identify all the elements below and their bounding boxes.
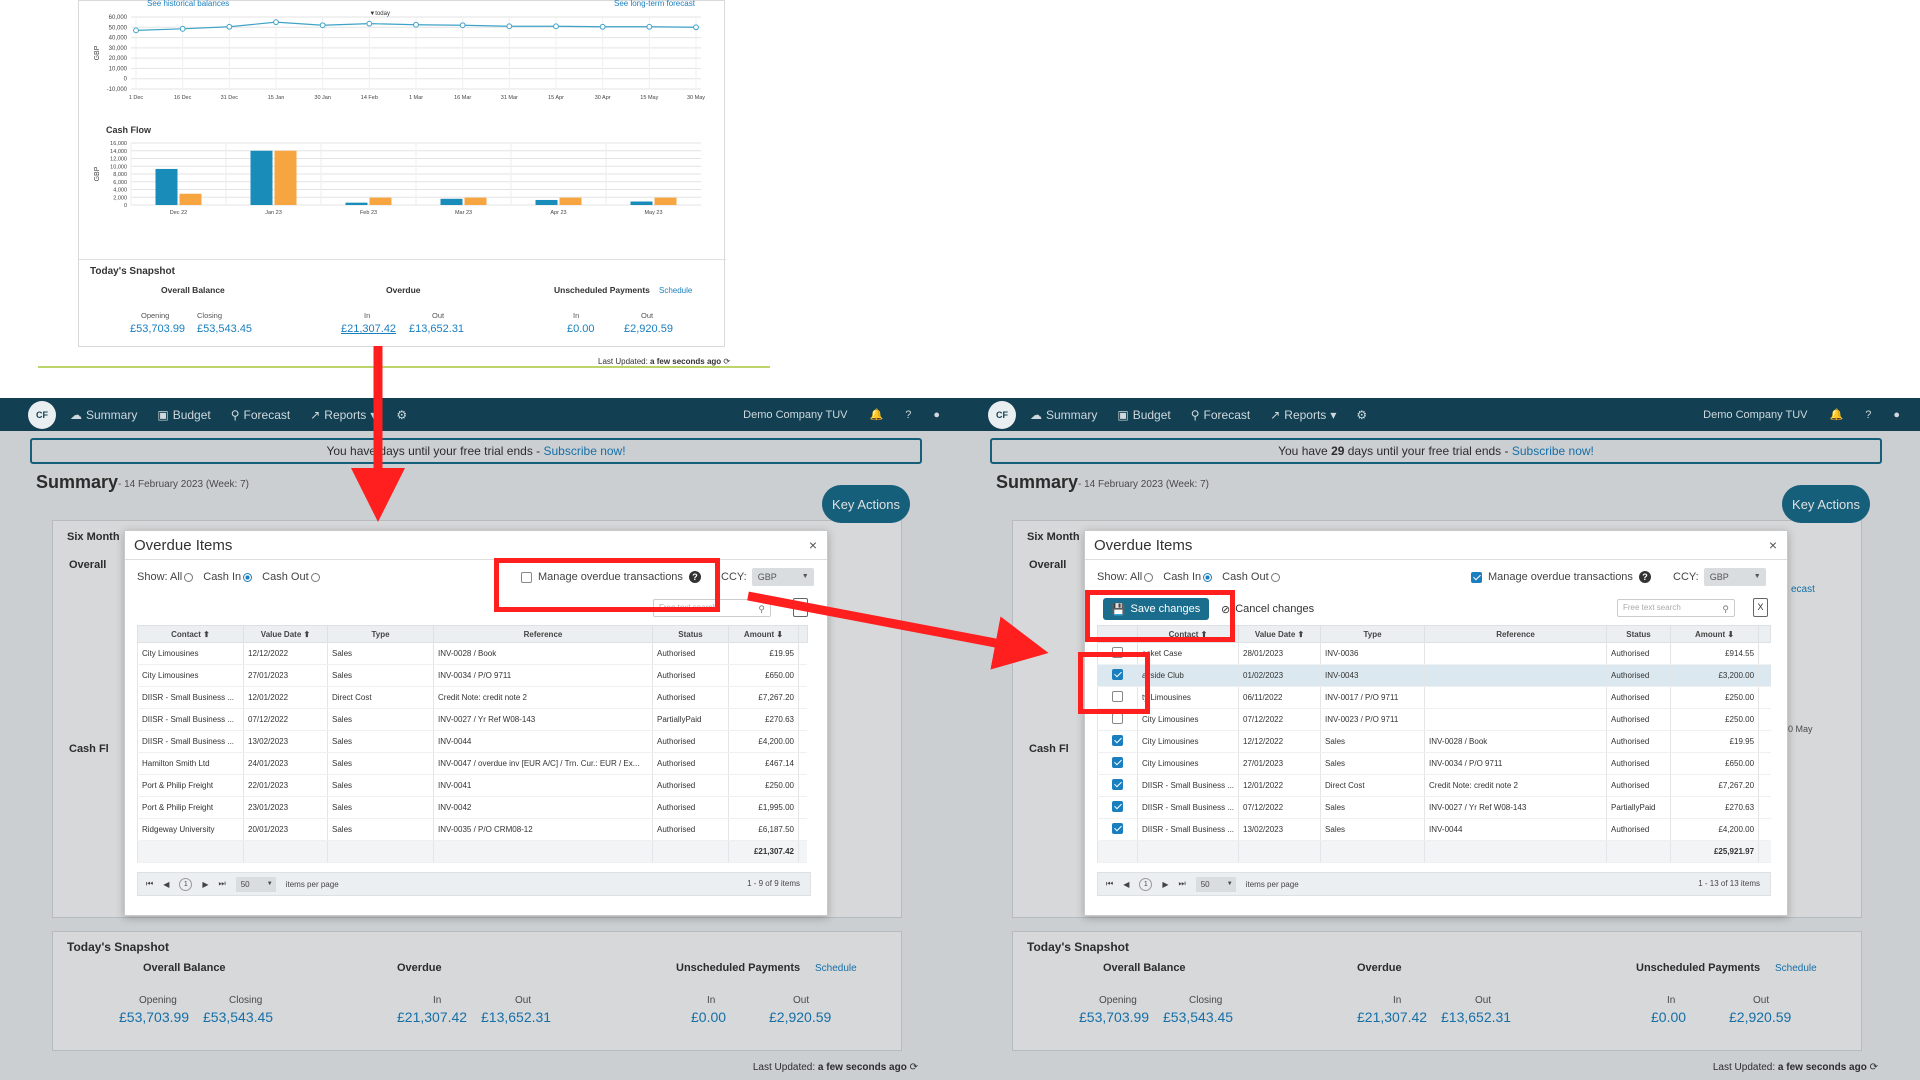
arrow-right <box>747 591 1049 670</box>
annotation-arrows <box>351 346 1049 670</box>
